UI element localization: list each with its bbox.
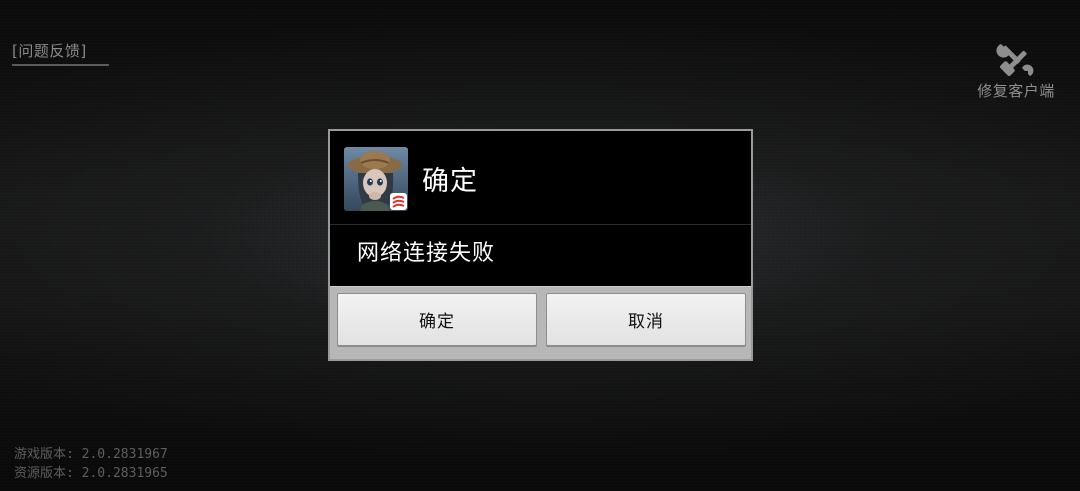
dialog-header: 确定 xyxy=(330,131,751,225)
wrench-screwdriver-icon xyxy=(994,40,1038,80)
resource-version-text: 资源版本: 2.0.2831965 xyxy=(14,466,168,481)
feedback-link[interactable]: [问题反馈] xyxy=(12,40,109,66)
repair-client-label: 修复客户端 xyxy=(977,82,1055,100)
dialog-title: 确定 xyxy=(422,166,478,197)
game-version-text: 游戏版本: 2.0.2831967 xyxy=(14,447,168,462)
game-character-icon xyxy=(344,147,408,211)
confirm-button[interactable]: 确定 xyxy=(337,293,537,346)
dialog-message: 网络连接失败 xyxy=(357,241,496,266)
cancel-button[interactable]: 取消 xyxy=(546,293,746,346)
dialog-button-bar: 确定 取消 xyxy=(330,286,751,359)
alert-dialog: 确定 网络连接失败 确定 取消 xyxy=(328,129,753,361)
repair-client-button[interactable]: 修复客户端 xyxy=(974,40,1058,101)
version-info: 游戏版本: 2.0.2831967 资源版本: 2.0.2831965 xyxy=(14,445,168,483)
